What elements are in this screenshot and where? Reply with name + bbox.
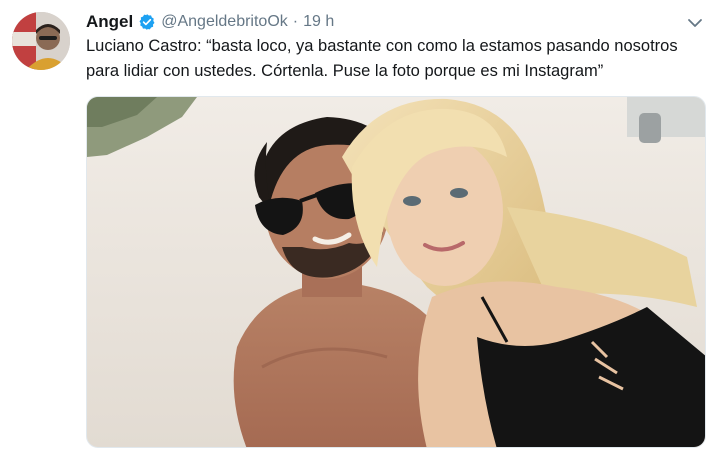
- handle[interactable]: @AngeldebritoOk: [161, 13, 288, 31]
- tweet-text: Luciano Castro: “basta loco, ya bastante…: [86, 37, 678, 80]
- beach-selfie-image: [87, 97, 705, 447]
- tweet-header: Angel @AngeldebritoOk · 19 h: [86, 10, 334, 34]
- separator-dot: ·: [292, 13, 299, 30]
- verified-badge-icon: [138, 13, 156, 31]
- timestamp[interactable]: 19 h: [303, 13, 334, 31]
- tweet-photo[interactable]: [86, 96, 706, 448]
- display-name[interactable]: Angel: [86, 12, 133, 32]
- avatar[interactable]: [12, 12, 70, 70]
- chevron-down-icon[interactable]: [686, 14, 704, 32]
- tweet-card: Angel @AngeldebritoOk · 19 h Luciano Cas…: [0, 0, 720, 455]
